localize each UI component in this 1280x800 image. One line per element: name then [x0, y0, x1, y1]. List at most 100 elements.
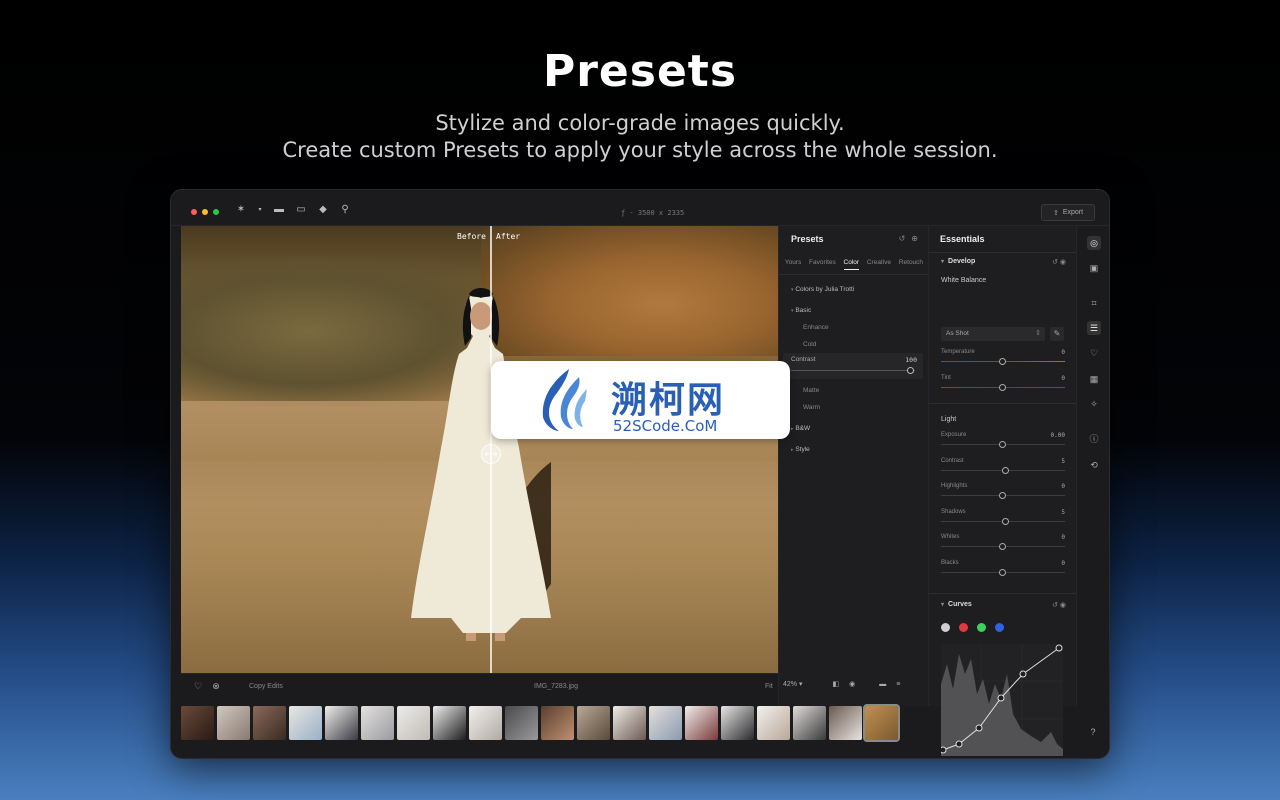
thumbnail[interactable]: [253, 706, 286, 740]
thumbnail[interactable]: [757, 706, 790, 740]
thumbnail[interactable]: [397, 706, 430, 740]
export-button[interactable]: ⇪ Export: [1041, 204, 1095, 221]
thumbnail[interactable]: [361, 706, 394, 740]
image-icon[interactable]: ▬: [879, 681, 886, 688]
thumbnail[interactable]: [181, 706, 214, 740]
thumbnail[interactable]: [325, 706, 358, 740]
preset-enhance[interactable]: Enhance: [803, 324, 829, 331]
thumbnail[interactable]: [685, 706, 718, 740]
eyedropper-icon[interactable]: ✎: [1050, 327, 1064, 341]
tint-knob[interactable]: [999, 384, 1006, 391]
thumbnail[interactable]: [793, 706, 826, 740]
tab-favorites[interactable]: Favorites: [809, 259, 836, 270]
group-style[interactable]: ▸ Style: [791, 446, 810, 453]
group-basic[interactable]: ▾ Basic: [791, 307, 811, 314]
shadows-knob[interactable]: [1002, 518, 1009, 525]
temperature-knob[interactable]: [999, 358, 1006, 365]
help-icon[interactable]: ?: [1086, 725, 1100, 739]
eye-icon[interactable]: ◉: [849, 680, 855, 688]
chevron-down-icon[interactable]: ▾: [257, 205, 263, 215]
preset-contrast[interactable]: Contrast 100: [783, 353, 923, 379]
thumbnail[interactable]: [217, 706, 250, 740]
preset-intensity-knob[interactable]: [907, 367, 914, 374]
thumbnail[interactable]: [469, 706, 502, 740]
preset-cold[interactable]: Cold: [803, 341, 816, 348]
split-drag-handle[interactable]: ⟷: [481, 444, 501, 464]
group-bw[interactable]: ▸ B&W: [791, 425, 810, 432]
reset-icon[interactable]: ↺: [899, 234, 906, 243]
add-preset-icon[interactable]: ⊕: [911, 234, 918, 243]
curve-channel-green[interactable]: [977, 623, 986, 632]
whites-slider[interactable]: Whites 0: [941, 534, 1065, 554]
minimize-window-button[interactable]: [202, 209, 208, 215]
info-icon[interactable]: ⓘ: [1087, 432, 1101, 446]
folder-icon[interactable]: ▬: [273, 205, 285, 215]
tab-yours[interactable]: Yours: [785, 259, 801, 270]
preset-warm[interactable]: Warm: [803, 404, 820, 411]
curve-channel-red[interactable]: [959, 623, 968, 632]
blacks-slider[interactable]: Blacks 0: [941, 560, 1065, 580]
thumbnail[interactable]: [649, 706, 682, 740]
contrast-knob[interactable]: [1002, 467, 1009, 474]
exposure-knob[interactable]: [999, 441, 1006, 448]
thumbnail[interactable]: [829, 706, 862, 740]
adjustments-icon[interactable]: ☰: [1087, 321, 1101, 335]
highlights-knob[interactable]: [999, 492, 1006, 499]
highlights-value: 0: [1061, 483, 1065, 490]
eraser-icon[interactable]: ◆: [317, 205, 329, 215]
curves-section-header[interactable]: ▾ Curves: [941, 601, 972, 608]
thumbnail-selected[interactable]: [863, 704, 900, 742]
tab-creative[interactable]: Creative: [867, 259, 891, 270]
collection-julia-trotti[interactable]: ▾ Colors by Julia Trotti: [791, 286, 854, 293]
gallery-icon[interactable]: ▭: [295, 205, 307, 215]
thumbnail[interactable]: [541, 706, 574, 740]
copy-edits-button[interactable]: Copy Edits: [249, 683, 283, 690]
heart-icon[interactable]: ♡: [193, 681, 203, 691]
crop-icon[interactable]: ⌗: [1087, 296, 1101, 310]
blacks-knob[interactable]: [999, 569, 1006, 576]
sparkle-icon[interactable]: ✧: [1087, 397, 1101, 411]
zoom-window-button[interactable]: [213, 209, 219, 215]
eye-icon[interactable]: ◉: [1060, 602, 1066, 609]
tone-curve-editor[interactable]: [941, 644, 1063, 756]
zoom-select[interactable]: 42% ▾: [783, 680, 802, 688]
reset-icon[interactable]: ↺: [1052, 259, 1058, 266]
compare-icon[interactable]: ◧: [832, 680, 839, 688]
eye-icon[interactable]: ◉: [1060, 259, 1066, 266]
exposure-slider[interactable]: Exposure 0.00: [941, 432, 1065, 452]
grid-icon[interactable]: ▦: [1087, 372, 1101, 386]
thumbnail[interactable]: [613, 706, 646, 740]
thumbnail[interactable]: [433, 706, 466, 740]
tab-retouch[interactable]: Retouch: [899, 259, 923, 270]
viewer-controls: 42% ▾ ◧ ◉ ▬ ≡: [783, 680, 900, 689]
curve-channel-rgb[interactable]: [941, 623, 950, 632]
preset-intensity-track[interactable]: [791, 370, 915, 371]
preset-matte[interactable]: Matte: [803, 387, 819, 394]
contrast-slider[interactable]: Contrast 5: [941, 458, 1065, 478]
thumbnail[interactable]: [577, 706, 610, 740]
sparkle-icon[interactable]: ✶: [235, 205, 247, 215]
curve-channel-blue[interactable]: [995, 623, 1004, 632]
history-icon[interactable]: ⟲: [1087, 458, 1101, 472]
presets-tool-icon[interactable]: ◎: [1087, 236, 1101, 250]
thumbnail[interactable]: [289, 706, 322, 740]
thumbnail[interactable]: [721, 706, 754, 740]
reset-icon[interactable]: ↺: [1052, 602, 1058, 609]
highlights-slider[interactable]: Highlights 0: [941, 483, 1065, 503]
list-icon[interactable]: ≡: [896, 681, 900, 688]
close-window-button[interactable]: [191, 209, 197, 215]
retouch-icon[interactable]: ♡: [1087, 346, 1101, 360]
fit-button[interactable]: Fit: [765, 683, 773, 690]
tint-slider[interactable]: Tint 0: [941, 375, 1065, 395]
white-balance-select[interactable]: As Shot ⇕: [941, 327, 1045, 341]
reject-icon[interactable]: ⊗: [211, 681, 221, 691]
develop-section-header[interactable]: ▾ Develop: [941, 258, 975, 265]
temperature-slider[interactable]: Temperature 0: [941, 349, 1065, 369]
photo-viewer[interactable]: ⟷ Before After: [181, 226, 778, 673]
tab-color[interactable]: Color: [843, 259, 860, 270]
shadows-slider[interactable]: Shadows 5: [941, 509, 1065, 529]
search-icon[interactable]: ⚲: [339, 205, 351, 215]
thumbnail[interactable]: [505, 706, 538, 740]
whites-knob[interactable]: [999, 543, 1006, 550]
enhance-tool-icon[interactable]: ▣: [1087, 261, 1101, 275]
